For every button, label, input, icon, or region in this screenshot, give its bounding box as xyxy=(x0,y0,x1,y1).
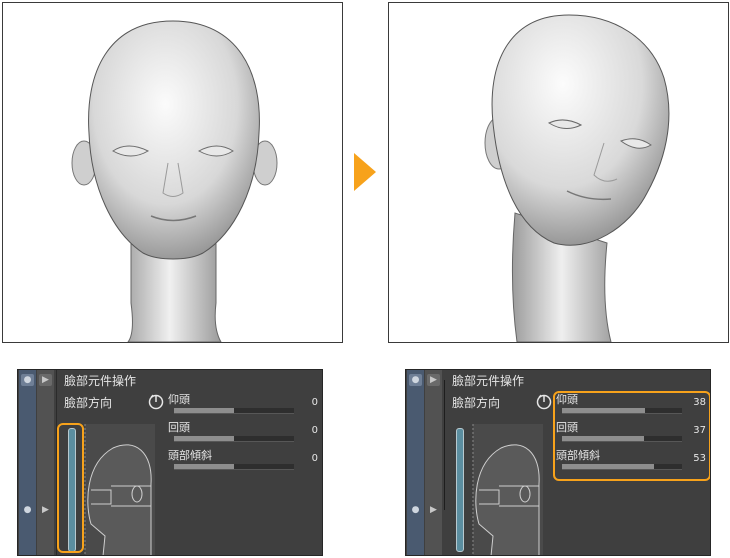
rotation-dial-icon[interactable] xyxy=(148,394,164,410)
slider-head-tilt[interactable] xyxy=(174,464,294,470)
slider-turn-head[interactable] xyxy=(174,436,294,442)
face-direction-label: 臉部方向 xyxy=(64,396,113,410)
eye-icon[interactable]: ● xyxy=(407,374,424,386)
eye-icon[interactable]: ● xyxy=(407,504,424,516)
face-controls-panel-before: ● ● ▶ ▶ 臉部元件操作 臉部方向 仰頭 0 回頭 0 頭部傾斜 0 xyxy=(17,369,323,556)
slider-value-turn-head[interactable]: 0 xyxy=(288,425,318,436)
direction-handle[interactable] xyxy=(456,428,464,552)
play-icon[interactable]: ▶ xyxy=(425,374,442,386)
highlight-frame xyxy=(553,391,710,481)
visibility-column: ● ● xyxy=(407,370,424,555)
expand-column: ▶ ▶ xyxy=(425,370,442,555)
slider-tilt-up[interactable] xyxy=(174,408,294,414)
expand-column: ▶ ▶ xyxy=(37,370,54,555)
face-direction-label: 臉部方向 xyxy=(452,396,501,410)
eye-icon[interactable]: ● xyxy=(19,504,36,516)
play-icon[interactable]: ▶ xyxy=(425,504,442,516)
eye-icon[interactable]: ● xyxy=(19,374,36,386)
highlight-frame xyxy=(57,423,84,553)
face-controls-panel-after: ● ● ▶ ▶ 臉部元件操作 臉部方向 仰頭 38 回頭 37 頭部傾斜 53 xyxy=(405,369,711,556)
play-icon[interactable]: ▶ xyxy=(37,374,54,386)
orange-triangle-right-icon xyxy=(354,153,376,191)
visibility-column: ● ● xyxy=(19,370,36,555)
panel-title: 臉部元件操作 xyxy=(452,374,525,388)
slider-fill xyxy=(174,436,234,441)
slider-value-head-tilt[interactable]: 0 xyxy=(288,453,318,464)
slider-fill xyxy=(174,408,234,413)
slider-fill xyxy=(174,464,234,469)
slider-label-tilt-up: 仰頭 xyxy=(168,393,190,406)
head-preview-before xyxy=(2,2,343,343)
play-icon[interactable]: ▶ xyxy=(37,504,54,516)
head-preview-after xyxy=(388,2,729,343)
slider-value-tilt-up[interactable]: 0 xyxy=(288,397,318,408)
slider-label-head-tilt: 頭部傾斜 xyxy=(168,449,212,462)
rotation-dial-icon[interactable] xyxy=(536,394,552,410)
panel-title: 臉部元件操作 xyxy=(64,374,137,388)
slider-label-turn-head: 回頭 xyxy=(168,421,190,434)
